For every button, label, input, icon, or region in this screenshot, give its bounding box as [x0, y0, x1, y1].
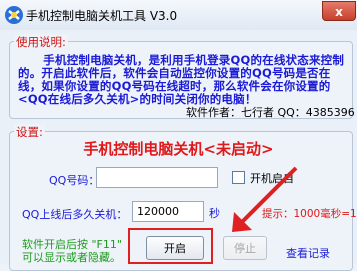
app-window: 手机控制电脑关机工具 V3.0 x 使用说明: 手机控制电脑关机，是利用手机登录… — [0, 0, 357, 271]
red-arrow-icon — [232, 166, 298, 232]
